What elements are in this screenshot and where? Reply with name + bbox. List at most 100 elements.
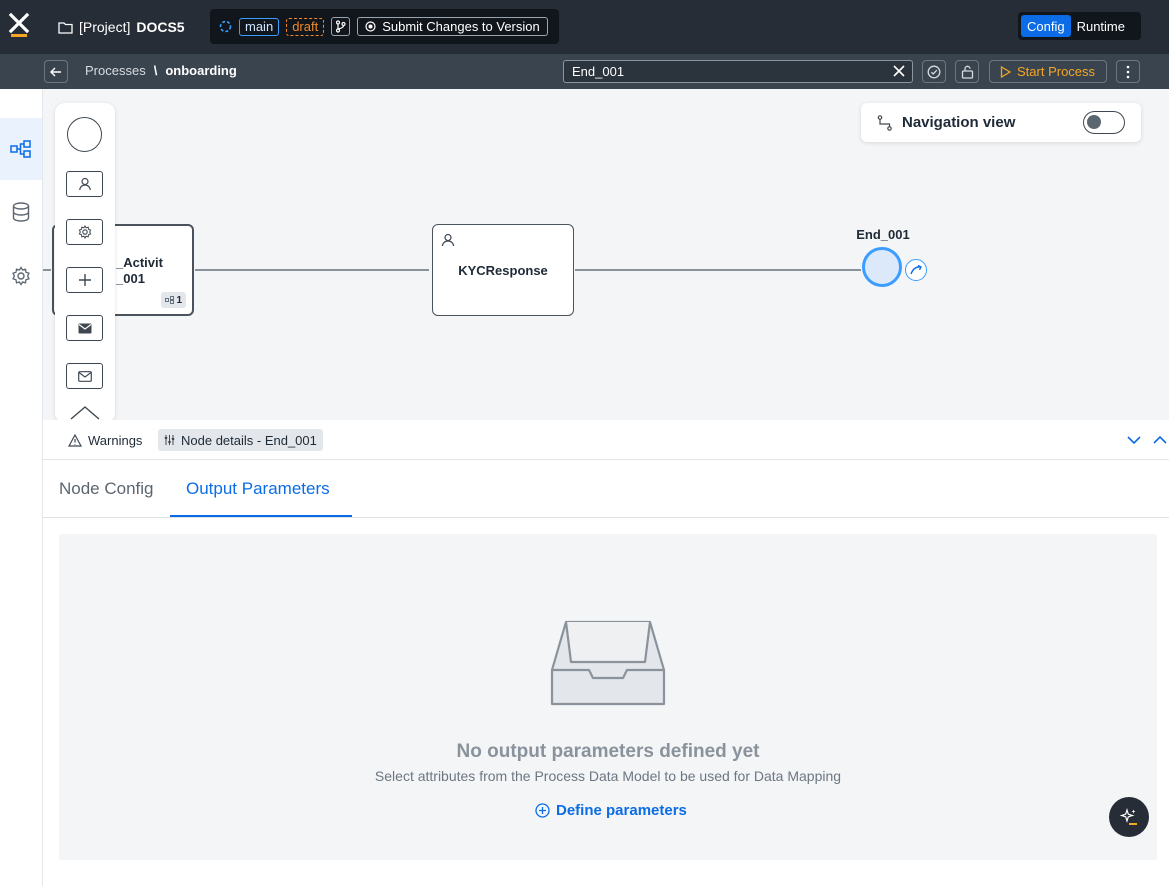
active-tab-indicator — [170, 515, 352, 517]
sparkle-icon — [1120, 808, 1137, 825]
chevron-down-icon[interactable] — [1127, 433, 1141, 447]
start-process-button[interactable]: Start Process — [989, 60, 1107, 83]
breadcrumb-processes[interactable]: Processes — [85, 63, 146, 78]
folder-icon — [58, 21, 73, 34]
user-task-icon — [441, 233, 455, 247]
toggle-knob — [1087, 115, 1101, 129]
breadcrumb-current: onboarding — [165, 63, 237, 78]
unlock-icon — [961, 65, 973, 79]
sliders-icon — [164, 435, 175, 445]
kyc-response-node[interactable]: KYCResponse — [432, 224, 574, 316]
cog-icon — [78, 225, 91, 239]
draft-badge: draft — [286, 17, 325, 36]
version-controls: main draft Submit Changes to Version — [210, 9, 559, 44]
back-button[interactable] — [44, 60, 68, 83]
project-title[interactable]: [Project] DOCS5 — [58, 17, 185, 37]
top-bar: [Project] DOCS5 main draft Submit Change… — [0, 0, 1169, 54]
sync-status-icon — [219, 20, 232, 33]
mail-filled-icon — [78, 323, 91, 333]
subprocess-icon — [165, 296, 175, 304]
navigation-view-toggle[interactable] — [1083, 111, 1125, 134]
edge-incoming — [43, 269, 51, 271]
navigation-icon — [877, 114, 892, 131]
node-details-label: Node details - End_001 — [181, 432, 317, 448]
breadcrumb: Processes \ onboarding — [85, 63, 237, 78]
submit-changes-label: Submit Changes to Version — [382, 19, 540, 34]
project-name: DOCS5 — [136, 19, 185, 35]
rail-item-process[interactable] — [0, 118, 42, 180]
arrow-left-icon — [50, 67, 61, 76]
ai-assistant-button[interactable] — [1109, 797, 1149, 837]
validate-button[interactable] — [922, 60, 946, 83]
empty-state-title: No output parameters defined yet — [456, 741, 760, 762]
navigation-view-label: Navigation view — [902, 114, 1016, 131]
check-circle-icon — [927, 65, 941, 78]
warnings-tab[interactable]: Warnings — [62, 429, 148, 451]
kyc-response-label: KYCResponse — [458, 262, 548, 278]
branch-button[interactable] — [331, 17, 351, 36]
navigation-view-card: Navigation view — [861, 103, 1141, 142]
end-node-label: End_001 — [856, 227, 910, 242]
clear-search-icon[interactable] — [892, 64, 906, 78]
branch-badge[interactable]: main — [239, 17, 280, 36]
process-flow-icon — [10, 140, 31, 158]
receive-message-tool[interactable] — [66, 363, 103, 389]
database-icon — [12, 202, 30, 222]
process-toolbar: Processes \ onboarding Start Process — [0, 54, 1169, 89]
chevron-up-icon[interactable] — [70, 406, 100, 420]
activity-node-label: _Activit _001 — [116, 255, 163, 287]
gear-icon — [12, 266, 30, 286]
warning-icon — [68, 433, 82, 447]
rail-item-settings[interactable] — [0, 245, 42, 307]
subprocess-tool[interactable] — [66, 267, 103, 293]
warnings-label: Warnings — [88, 432, 143, 448]
send-message-tool[interactable] — [66, 315, 103, 341]
mode-runtime[interactable]: Runtime — [1071, 15, 1131, 37]
connect-icon — [910, 265, 922, 275]
service-task-tool[interactable] — [66, 219, 103, 245]
user-icon — [78, 177, 91, 191]
tab-output-parameters[interactable]: Output Parameters — [186, 479, 330, 499]
activity-node-label-line2: _001 — [116, 271, 145, 286]
start-event-tool-icon[interactable] — [67, 117, 102, 152]
left-rail — [0, 89, 43, 886]
app-logo-icon[interactable] — [8, 12, 30, 38]
node-details-tab[interactable]: Node details - End_001 — [158, 429, 323, 451]
process-canvas[interactable]: _Activit _001 1 KYCResponse End_001 Navi… — [43, 89, 1169, 420]
edge-kyc-to-end — [575, 269, 861, 271]
node-search-input[interactable] — [563, 60, 913, 83]
mode-switch: Config Runtime — [1018, 12, 1141, 40]
git-branch-icon — [336, 20, 346, 33]
plus-circle-icon — [535, 802, 550, 818]
more-options-button[interactable] — [1116, 60, 1140, 83]
element-palette — [55, 103, 115, 420]
node-detail-tabs: Node Config Output Parameters — [43, 460, 1169, 518]
edge-activity-to-kyc — [195, 269, 429, 271]
define-parameters-button[interactable]: Define parameters — [535, 799, 687, 821]
user-task-tool[interactable] — [66, 171, 103, 197]
subprocess-count: 1 — [176, 294, 182, 306]
panel-tabs-bar: Warnings Node details - End_001 — [43, 420, 1169, 460]
end-event-node[interactable] — [862, 247, 902, 287]
mail-outline-icon — [77, 370, 92, 382]
record-icon — [365, 21, 376, 32]
mode-config[interactable]: Config — [1021, 15, 1071, 37]
rail-item-data-model[interactable] — [0, 181, 42, 243]
project-prefix: [Project] — [79, 19, 131, 35]
subprocess-badge: 1 — [161, 292, 186, 308]
lock-button[interactable] — [955, 60, 979, 83]
output-parameters-empty-state: No output parameters defined yet Select … — [59, 534, 1157, 860]
define-parameters-label: Define parameters — [556, 801, 687, 819]
empty-inbox-icon — [550, 620, 666, 706]
chevron-up-icon[interactable] — [1153, 433, 1167, 447]
tab-node-config[interactable]: Node Config — [59, 479, 154, 499]
start-process-label: Start Process — [1017, 64, 1096, 79]
empty-state-subtitle: Select attributes from the Process Data … — [374, 768, 842, 784]
submit-changes-button[interactable]: Submit Changes to Version — [357, 17, 548, 36]
activity-node-label-line1: _Activit — [116, 255, 163, 270]
connect-node-button[interactable] — [905, 259, 927, 281]
breadcrumb-separator: \ — [153, 63, 158, 78]
plus-icon — [78, 274, 91, 286]
play-icon — [1000, 65, 1011, 78]
more-vertical-icon — [1126, 65, 1130, 78]
